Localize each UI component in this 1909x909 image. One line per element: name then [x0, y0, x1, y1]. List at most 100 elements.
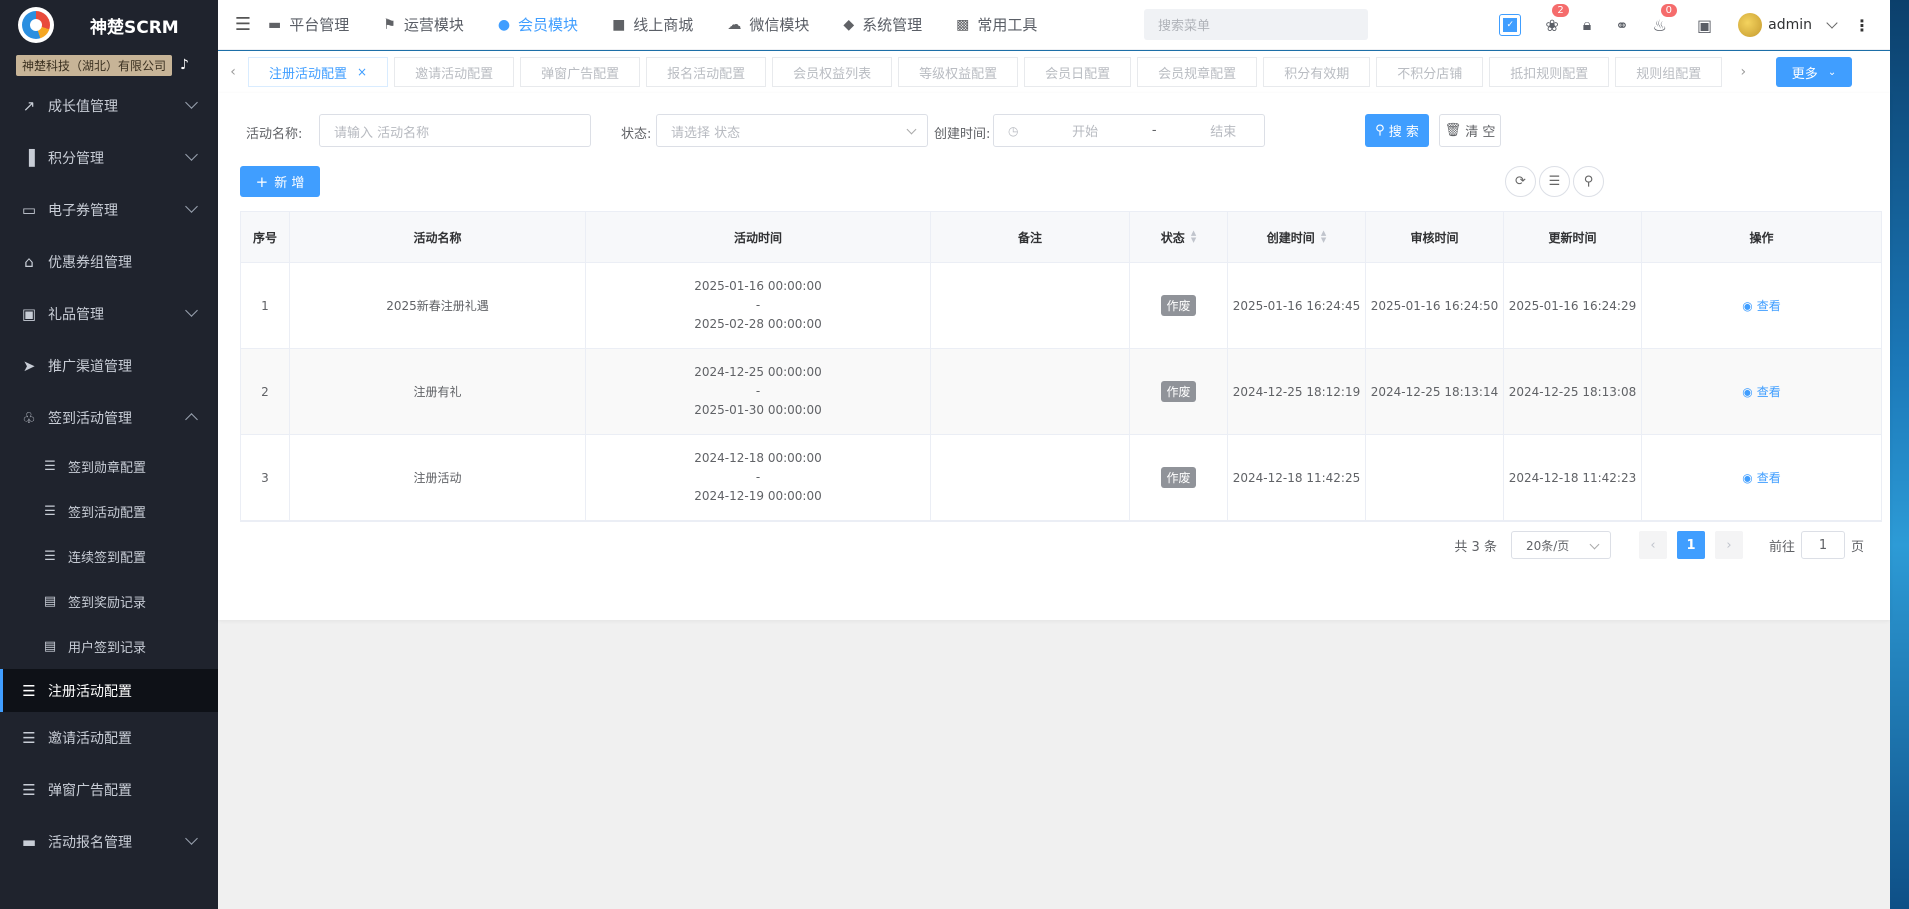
sidebar-subitem-0[interactable]: ☰ 签到勋章配置: [0, 444, 218, 489]
cell-audited: 2024-12-25 18:13:14: [1370, 384, 1499, 399]
bell-icon[interactable]: ♨ 0: [1653, 3, 1677, 35]
table-cell: 2: [241, 349, 290, 434]
tab-8[interactable]: 积分有效期: [1263, 57, 1371, 87]
checkbox-icon[interactable]: ✓: [1499, 14, 1522, 36]
sidebar-item-after-0[interactable]: ☰ 注册活动配置: [0, 669, 218, 712]
sidebar-item-1[interactable]: ▐ 积分管理: [0, 132, 218, 184]
topnav-item-label: 系统管理: [862, 16, 923, 34]
range-separator: -: [1151, 123, 1157, 138]
sidebar-item-label: 积分管理: [48, 151, 104, 167]
more-tabs-button[interactable]: 更多 ⌄: [1776, 57, 1852, 87]
column-settings-icon[interactable]: ☰: [1539, 166, 1570, 197]
tab-7[interactable]: 会员规章配置: [1137, 57, 1258, 87]
menu-search-input[interactable]: 搜索菜单: [1144, 9, 1368, 40]
prev-page-button[interactable]: ‹: [1638, 531, 1667, 559]
tab-10[interactable]: 抵扣规则配置: [1489, 57, 1610, 87]
cell-updated: 2024-12-25 18:13:08: [1508, 384, 1637, 399]
sidebar-item-label: 弹窗广告配置: [48, 783, 132, 799]
tab-0[interactable]: 注册活动配置 ×: [248, 57, 389, 87]
sidebar-item-after-3[interactable]: ▬ 活动报名管理: [0, 816, 218, 868]
eye-icon: ◉: [1742, 299, 1753, 313]
desktop-background: [1890, 0, 1909, 909]
close-icon[interactable]: ×: [357, 65, 367, 79]
column-header[interactable]: 状态 ▲ ▼: [1130, 212, 1228, 262]
toggle-search-icon[interactable]: ⚲: [1573, 166, 1604, 197]
bug-icon[interactable]: ❀ 2: [1545, 3, 1569, 35]
name-filter-input[interactable]: 请输入 活动名称: [319, 114, 591, 147]
username-label[interactable]: admin: [1768, 17, 1812, 33]
feedback-icon[interactable]: ▣: [1697, 16, 1712, 35]
column-header[interactable]: 创建时间 ▲ ▼: [1228, 212, 1366, 262]
view-link[interactable]: ◉ 查看: [1742, 469, 1781, 486]
sidebar-item-5[interactable]: ➤ 推广渠道管理: [0, 340, 218, 392]
pin-icon[interactable]: ♪: [180, 57, 189, 73]
view-link-label: 查看: [1756, 471, 1781, 485]
goto-page-input[interactable]: 1: [1800, 531, 1845, 559]
refresh-icon[interactable]: ⟳: [1505, 166, 1536, 197]
start-date-input[interactable]: 开始: [1058, 121, 1111, 140]
more-vertical-icon[interactable]: ⋮: [1854, 16, 1870, 35]
sidebar-item-2[interactable]: ▭ 电子券管理: [0, 184, 218, 236]
table-cell: 2024-12-25 18:13:08: [1504, 349, 1642, 434]
topnav-item-0[interactable]: ▬ 平台管理: [268, 14, 349, 35]
sidebar-item-6[interactable]: ♧ 签到活动管理: [0, 392, 218, 444]
sidebar-item-3[interactable]: ⌂ 优惠券组管理: [0, 236, 218, 288]
sidebar-item-label: 电子券管理: [48, 203, 118, 219]
sidebar-subitem-2[interactable]: ☰ 连续签到配置: [0, 534, 218, 579]
topnav-item-5[interactable]: ◆ 系统管理: [843, 14, 922, 35]
end-date-input[interactable]: 结束: [1197, 121, 1250, 140]
chevron-down-icon: [185, 200, 198, 213]
topnav-item-2[interactable]: ● 会员模块: [498, 14, 578, 35]
tab-9[interactable]: 不积分店铺: [1376, 57, 1484, 87]
tab-11[interactable]: 规则组配置: [1615, 57, 1723, 87]
sidebar-subitem-4[interactable]: ▤ 用户签到记录: [0, 624, 218, 669]
page-size-select[interactable]: 20条/页: [1510, 531, 1611, 559]
sidebar-subitem-1[interactable]: ☰ 签到活动配置: [0, 489, 218, 534]
page-number-button[interactable]: 1: [1676, 531, 1705, 559]
topnav-item-3[interactable]: ■ 线上商城: [612, 14, 693, 35]
view-link[interactable]: ◉ 查看: [1742, 297, 1781, 314]
avatar[interactable]: [1738, 13, 1763, 37]
topnav-item-1[interactable]: ⚑ 运营模块: [383, 14, 464, 35]
clear-button[interactable]: 🗑︎ 清 空: [1439, 114, 1501, 147]
cell-created: 2025-01-16 16:24:45: [1232, 298, 1361, 313]
tab-4[interactable]: 会员权益列表: [772, 57, 893, 87]
link-icon[interactable]: ⚭: [1615, 16, 1628, 35]
sidebar-item-after-1[interactable]: ☰ 邀请活动配置: [0, 712, 218, 764]
chevron-right-icon[interactable]: ›: [1728, 64, 1758, 80]
topnav-item-4[interactable]: ☁ 微信模块: [727, 14, 809, 35]
tab-6[interactable]: 会员日配置: [1024, 57, 1132, 87]
activity-time-end: 2025-01-30 00:00:00: [694, 403, 822, 417]
search-button[interactable]: ⚲ 搜 索: [1365, 114, 1429, 147]
column-header-label: 活动名称: [413, 230, 462, 245]
hamburger-icon[interactable]: ☰: [218, 14, 268, 35]
view-link[interactable]: ◉ 查看: [1742, 383, 1781, 400]
sidebar-item-4[interactable]: ▣ 礼品管理: [0, 288, 218, 340]
chevron-down-icon: [185, 96, 198, 109]
tab-5[interactable]: 等级权益配置: [898, 57, 1019, 87]
sidebar-item-0[interactable]: ↗ 成长值管理: [0, 80, 218, 132]
chevron-down-icon[interactable]: [1826, 17, 1838, 29]
chart-line-icon: ↗: [22, 97, 36, 115]
add-button[interactable]: + 新 增: [240, 166, 320, 197]
chevron-left-icon[interactable]: ‹: [218, 64, 248, 80]
topnav-item-6[interactable]: ▩ 常用工具: [956, 14, 1037, 35]
status-select[interactable]: 请选择 状态: [656, 114, 928, 147]
tab-2[interactable]: 弹窗广告配置: [520, 57, 641, 87]
sidebar-item-after-2[interactable]: ☰ 弹窗广告配置: [0, 764, 218, 816]
sort-icon[interactable]: ▲ ▼: [1321, 230, 1326, 244]
pagination: 共 3 条 20条/页 ‹ 1 › 前往 1 页: [1454, 531, 1864, 559]
date-range-picker[interactable]: ◷ 开始 - 结束: [993, 114, 1265, 147]
lock-icon[interactable]: 🔒︎: [1583, 15, 1592, 35]
trash-icon: 🗑︎: [1444, 123, 1462, 138]
sidebar-subitem-3[interactable]: ▤ 签到奖励记录: [0, 579, 218, 624]
tab-3[interactable]: 报名活动配置: [646, 57, 767, 87]
flag-icon: ⚑: [383, 16, 396, 33]
bell-badge: 0: [1660, 3, 1677, 17]
status-filter-label: 状态:: [621, 127, 652, 142]
sort-icon[interactable]: ▲ ▼: [1191, 230, 1196, 244]
next-page-button[interactable]: ›: [1714, 531, 1743, 559]
sidebar-item-label: 签到活动管理: [48, 411, 132, 427]
sliders-icon: ☰: [44, 504, 56, 519]
tab-1[interactable]: 邀请活动配置: [394, 57, 515, 87]
